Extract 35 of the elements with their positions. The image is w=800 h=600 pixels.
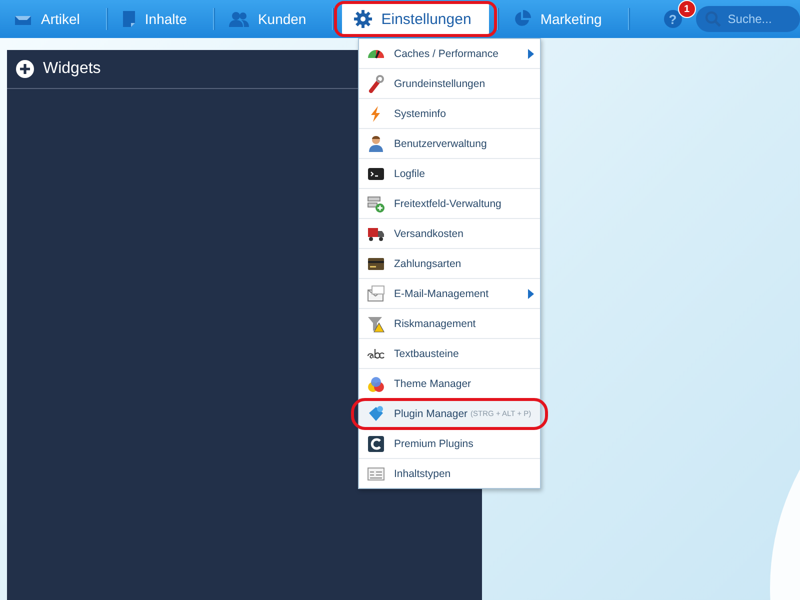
menu-item[interactable]: Logfile xyxy=(359,159,540,189)
menu-item[interactable]: Theme Manager xyxy=(359,369,540,399)
menu-item[interactable]: Inhaltstypen xyxy=(359,459,540,488)
color-drops-icon xyxy=(367,374,385,392)
menu-item[interactable]: Freitextfeld-Verwaltung xyxy=(359,189,540,219)
wrench-icon xyxy=(367,74,385,92)
abc-text-icon xyxy=(367,348,385,359)
search-icon xyxy=(704,11,721,27)
envelope-icon xyxy=(367,284,385,302)
list-window-icon xyxy=(367,464,385,482)
menu-item[interactable]: Grundeinstellungen xyxy=(359,69,540,99)
panel-title: Widgets xyxy=(43,60,101,78)
menu-item[interactable]: Benutzerverwaltung xyxy=(359,129,540,159)
menu-item[interactable]: Premium Plugins xyxy=(359,429,540,459)
submenu-arrow-icon xyxy=(528,49,534,59)
submenu-arrow-icon xyxy=(528,289,534,299)
document-icon xyxy=(122,10,136,28)
pie-chart-icon xyxy=(513,10,532,28)
menu-item[interactable]: Textbausteine xyxy=(359,339,540,369)
form-add-icon xyxy=(367,194,385,212)
menu-item[interactable]: Caches / Performance xyxy=(359,39,540,69)
menu-item[interactable]: E-Mail-Management xyxy=(359,279,540,309)
notification-badge: 1 xyxy=(678,0,696,18)
search-field[interactable]: Suche... xyxy=(696,6,800,32)
menu-item[interactable]: Zahlungsarten xyxy=(359,249,540,279)
menu-item[interactable]: Riskmanagement xyxy=(359,309,540,339)
user-icon xyxy=(367,134,385,152)
plus-circle-icon xyxy=(16,60,34,78)
menu-item[interactable]: Systeminfo xyxy=(359,99,540,129)
funnel-warning-icon xyxy=(367,314,385,332)
users-icon xyxy=(228,11,249,27)
s-logo-icon xyxy=(367,434,385,452)
menu-item[interactable]: Versandkosten xyxy=(359,219,540,249)
puzzle-piece-icon xyxy=(367,404,385,422)
gear-icon xyxy=(354,10,372,28)
